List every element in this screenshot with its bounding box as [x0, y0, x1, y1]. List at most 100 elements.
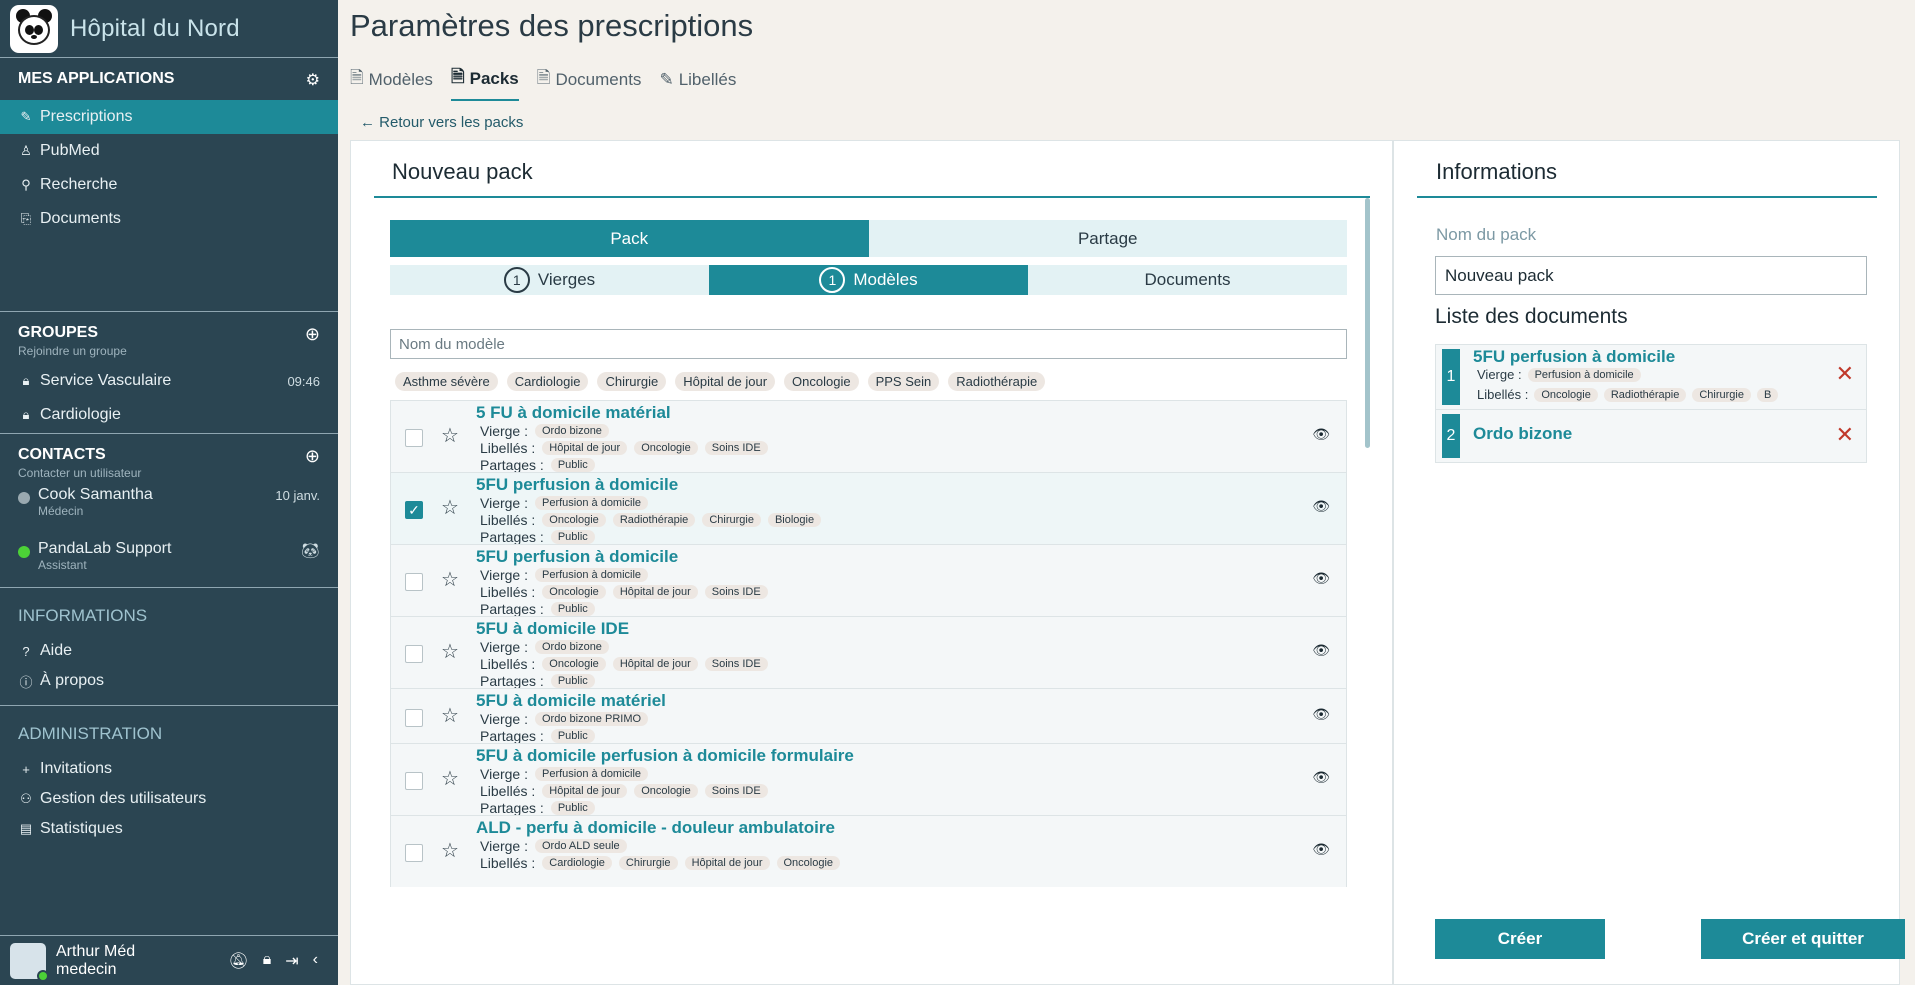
document-item[interactable]: 2 Ordo bizone ✕: [1436, 410, 1866, 462]
sidebar-item-documents[interactable]: ⎘ Documents: [0, 202, 338, 236]
create-and-quit-button[interactable]: Créer et quitter: [1701, 919, 1905, 959]
bell-off-icon[interactable]: 🔕︎: [228, 951, 248, 971]
star-icon[interactable]: ☆: [441, 838, 459, 863]
document-item[interactable]: 1 5FU perfusion à domicile Vierge : Perfu…: [1436, 345, 1866, 410]
tab-packs[interactable]: 🗎︎ Packs: [450, 64, 519, 101]
groups-title: GROUPES: [18, 324, 99, 341]
sidebar-item-a-propos[interactable]: ⓘ À propos: [0, 666, 338, 696]
avatar[interactable]: [10, 942, 49, 982]
order-number[interactable]: 1: [1442, 349, 1460, 405]
groups-subtitle[interactable]: Rejoindre un groupe: [18, 344, 127, 358]
group-item-service-vasculaire[interactable]: 🔒︎ Service Vasculaire 09:46: [0, 364, 338, 398]
segment-vierges[interactable]: 1 Vierges: [390, 265, 709, 295]
star-icon[interactable]: ☆: [441, 423, 459, 448]
star-icon[interactable]: ☆: [441, 639, 459, 664]
add-group-icon[interactable]: ⊕: [305, 324, 320, 345]
model-title[interactable]: 5FU à domicile matériel: [476, 691, 666, 711]
sidebar-item-aide[interactable]: ? Aide: [0, 636, 338, 666]
select-checkbox[interactable]: [405, 772, 423, 790]
group-item-cardiologie[interactable]: 🔒︎ Cardiologie: [0, 398, 338, 432]
select-checkbox[interactable]: [405, 844, 423, 862]
star-icon[interactable]: ☆: [441, 495, 459, 520]
eye-icon[interactable]: 👁︎: [1312, 570, 1330, 587]
segment-partage[interactable]: Partage: [868, 220, 1347, 257]
contact-item[interactable]: Cook Samantha Médecin 10 janv.: [0, 480, 338, 534]
eye-icon[interactable]: 👁︎: [1312, 769, 1330, 786]
add-contact-icon[interactable]: ⊕: [305, 446, 320, 467]
remove-icon[interactable]: ✕: [1836, 361, 1854, 387]
segment-label: Vierges: [537, 270, 596, 289]
model-row[interactable]: ☆ ALD - perfu à domicile - douleur ambul…: [390, 815, 1347, 887]
filter-chip[interactable]: Chirurgie: [597, 372, 667, 391]
eye-icon[interactable]: 👁︎: [1312, 498, 1330, 515]
select-checkbox[interactable]: [405, 573, 423, 591]
libelle-chip: Hôpital de jour: [612, 657, 698, 671]
model-title[interactable]: 5FU perfusion à domicile: [476, 547, 678, 567]
lock-icon[interactable]: 🔒︎: [263, 951, 272, 971]
eye-icon[interactable]: 👁︎: [1312, 706, 1330, 723]
scrollbar[interactable]: [1365, 198, 1370, 448]
star-icon[interactable]: ☆: [441, 567, 459, 592]
contact-item[interactable]: PandaLab Support Assistant 🐼︎: [0, 534, 338, 588]
remove-icon[interactable]: ✕: [1836, 422, 1854, 448]
back-link[interactable]: ← Retour vers les packs: [360, 114, 523, 131]
documents-list-title: Liste des documents: [1435, 305, 1628, 328]
eye-icon[interactable]: 👁︎: [1312, 642, 1330, 659]
star-icon[interactable]: ☆: [441, 766, 459, 791]
vierge-chip: Perfusion à domicile: [535, 496, 649, 510]
segment-pack[interactable]: Pack: [390, 220, 869, 257]
order-number[interactable]: 2: [1442, 414, 1460, 458]
tab-documents[interactable]: 🗎︎ Documents: [537, 64, 642, 101]
sidebar-item-gestion-utilisateurs[interactable]: ⚇ Gestion des utilisateurs: [0, 784, 338, 814]
filter-chip[interactable]: Oncologie: [784, 372, 859, 391]
collapse-sidebar-icon[interactable]: ‹: [313, 951, 318, 971]
sidebar-item-prescriptions[interactable]: ✎ Prescriptions: [0, 100, 338, 134]
settings-gear-icon[interactable]: ⚙: [306, 70, 320, 90]
sidebar-item-recherche[interactable]: ⚲ Recherche: [0, 168, 338, 202]
user-bar: Arthur Méd medecin 🔕︎ 🔒︎ ⇥ ‹: [0, 935, 338, 985]
tab-libelles[interactable]: ✎ Libellés: [659, 64, 736, 101]
logout-icon[interactable]: ⇥: [285, 951, 298, 971]
libelles-label: Libellés :: [480, 783, 536, 799]
segment-documents[interactable]: Documents: [1028, 265, 1347, 295]
partages-label: Partages :: [480, 457, 544, 473]
tab-modeles[interactable]: 🗎︎ Modèles: [350, 64, 433, 101]
model-title[interactable]: 5FU à domicile perfusion à domicile form…: [476, 746, 854, 766]
partages-label: Partages :: [480, 529, 544, 545]
segment-modeles[interactable]: 1 Modèles: [709, 265, 1028, 295]
model-row[interactable]: ☆ 5FU à domicile IDE Vierge : Ordo bizone…: [390, 616, 1347, 689]
eye-icon[interactable]: 👁︎: [1312, 426, 1330, 443]
libelle-chip: Hôpital de jour: [684, 856, 770, 870]
sidebar-item-invitations[interactable]: + Invitations: [0, 754, 338, 784]
model-title[interactable]: 5FU perfusion à domicile: [476, 475, 678, 495]
filter-chip[interactable]: Cardiologie: [506, 372, 589, 391]
contacts-subtitle[interactable]: Contacter un utilisateur: [18, 466, 141, 480]
brand[interactable]: Hôpital du Nord: [0, 0, 338, 58]
model-title[interactable]: 5 FU à domicile matérial: [476, 403, 671, 423]
pack-name-input[interactable]: Nouveau pack: [1435, 256, 1867, 295]
eye-icon[interactable]: 👁︎: [1312, 841, 1330, 858]
model-row[interactable]: ✓ ☆ 5FU perfusion à domicile Vierge : Per…: [390, 472, 1347, 545]
model-title[interactable]: 5FU à domicile IDE: [476, 619, 629, 639]
partages-label: Partages :: [480, 800, 544, 816]
create-button[interactable]: Créer: [1435, 919, 1605, 959]
model-row[interactable]: ☆ 5FU perfusion à domicile Vierge : Perfu…: [390, 544, 1347, 617]
select-checkbox[interactable]: [405, 709, 423, 727]
select-checkbox[interactable]: [405, 429, 423, 447]
filter-chip[interactable]: Asthme sévère: [395, 372, 498, 391]
model-search-input[interactable]: Nom du modèle: [390, 329, 1347, 359]
libelles-label: Libellés :: [1477, 387, 1529, 402]
sidebar-item-pubmed[interactable]: ♙ PubMed: [0, 134, 338, 168]
select-checkbox[interactable]: ✓: [405, 501, 423, 519]
model-row[interactable]: ☆ 5FU à domicile matériel Vierge : Ordo b…: [390, 688, 1347, 744]
lock-icon: 🔒︎: [22, 373, 30, 388]
model-title[interactable]: ALD - perfu à domicile - douleur ambulat…: [476, 818, 835, 838]
star-icon[interactable]: ☆: [441, 703, 459, 728]
model-row[interactable]: ☆ 5 FU à domicile matérial Vierge : Ordo …: [390, 400, 1347, 473]
sidebar-item-statistiques[interactable]: ▤ Statistiques: [0, 814, 338, 844]
select-checkbox[interactable]: [405, 645, 423, 663]
model-row[interactable]: ☆ 5FU à domicile perfusion à domicile fo…: [390, 743, 1347, 816]
filter-chip[interactable]: Hôpital de jour: [675, 372, 776, 391]
filter-chip[interactable]: Radiothérapie: [948, 372, 1046, 391]
filter-chip[interactable]: PPS Sein: [867, 372, 940, 391]
